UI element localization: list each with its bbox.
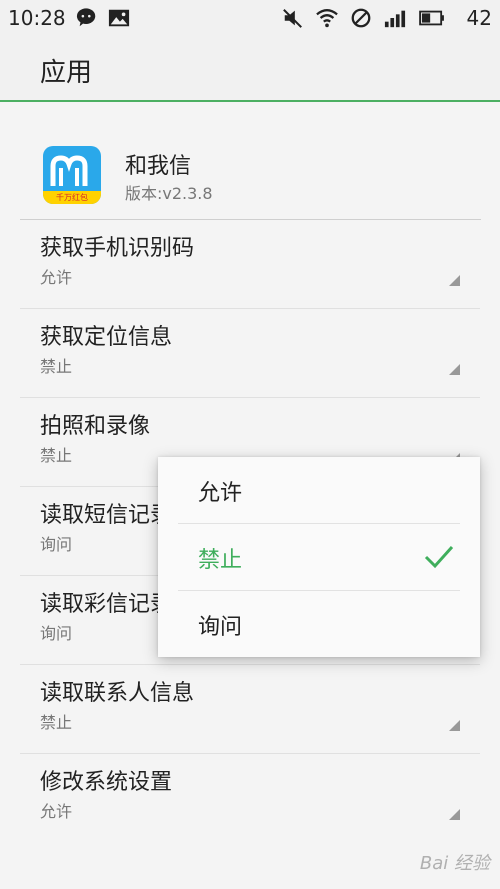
battery-level: 42	[466, 6, 492, 30]
option-label: 允许	[198, 481, 243, 506]
option-label: 禁止	[198, 548, 243, 573]
dropdown-corner-icon	[449, 809, 460, 820]
option-allow[interactable]: 允许	[178, 457, 460, 524]
mute-icon	[283, 9, 302, 28]
status-left-icons	[76, 7, 130, 29]
permission-item-location[interactable]: 获取定位信息 禁止	[20, 309, 480, 398]
permission-title: 拍照和录像	[40, 414, 151, 439]
permission-title: 获取定位信息	[40, 325, 173, 350]
dropdown-corner-icon	[449, 364, 460, 375]
page-title: 应用	[40, 58, 93, 88]
permission-title: 读取彩信记录	[40, 592, 173, 617]
app-header: 应用	[0, 36, 500, 102]
app-version: 版本:v2.3.8	[125, 184, 213, 203]
watermark: Bai 经验	[419, 853, 490, 874]
permission-value: 允许	[40, 268, 73, 287]
option-label: 询问	[198, 615, 243, 640]
permission-item-contacts[interactable]: 读取联系人信息 禁止	[20, 665, 480, 754]
app-icon-badge: 千万红包	[43, 191, 101, 204]
wifi-icon	[316, 9, 338, 28]
permission-title: 修改系统设置	[40, 770, 173, 795]
dnd-icon	[351, 8, 371, 28]
permission-value: 询问	[40, 535, 73, 554]
permission-value: 询问	[40, 624, 73, 643]
dropdown-corner-icon	[449, 720, 460, 731]
image-icon	[108, 9, 130, 27]
wechat-icon	[76, 8, 96, 27]
permission-title: 读取联系人信息	[40, 681, 195, 706]
status-right-icons	[282, 7, 446, 29]
permission-value: 禁止	[40, 446, 73, 465]
battery-icon	[419, 10, 444, 26]
option-ask[interactable]: 询问	[178, 591, 460, 657]
status-time: 10:28	[8, 6, 66, 30]
permission-value: 允许	[40, 802, 73, 821]
checkmark-icon	[424, 545, 454, 569]
app-logo-icon: 千万红包	[43, 146, 101, 204]
app-name: 和我信	[125, 154, 192, 179]
permission-item-system-settings[interactable]: 修改系统设置 允许	[20, 754, 480, 842]
permission-title: 获取手机识别码	[40, 236, 195, 261]
signal-icon	[384, 10, 406, 28]
permission-option-menu: 允许 禁止 询问	[158, 457, 480, 657]
dropdown-corner-icon	[449, 275, 460, 286]
status-bar: 10:28 42	[0, 0, 500, 36]
permission-value: 禁止	[40, 713, 73, 732]
permission-item-device-id[interactable]: 获取手机识别码 允许	[20, 220, 480, 309]
app-info: 千万红包 和我信 版本:v2.3.8	[0, 102, 500, 219]
permission-title: 读取短信记录	[40, 503, 173, 528]
permission-value: 禁止	[40, 357, 73, 376]
option-deny[interactable]: 禁止	[178, 524, 460, 591]
